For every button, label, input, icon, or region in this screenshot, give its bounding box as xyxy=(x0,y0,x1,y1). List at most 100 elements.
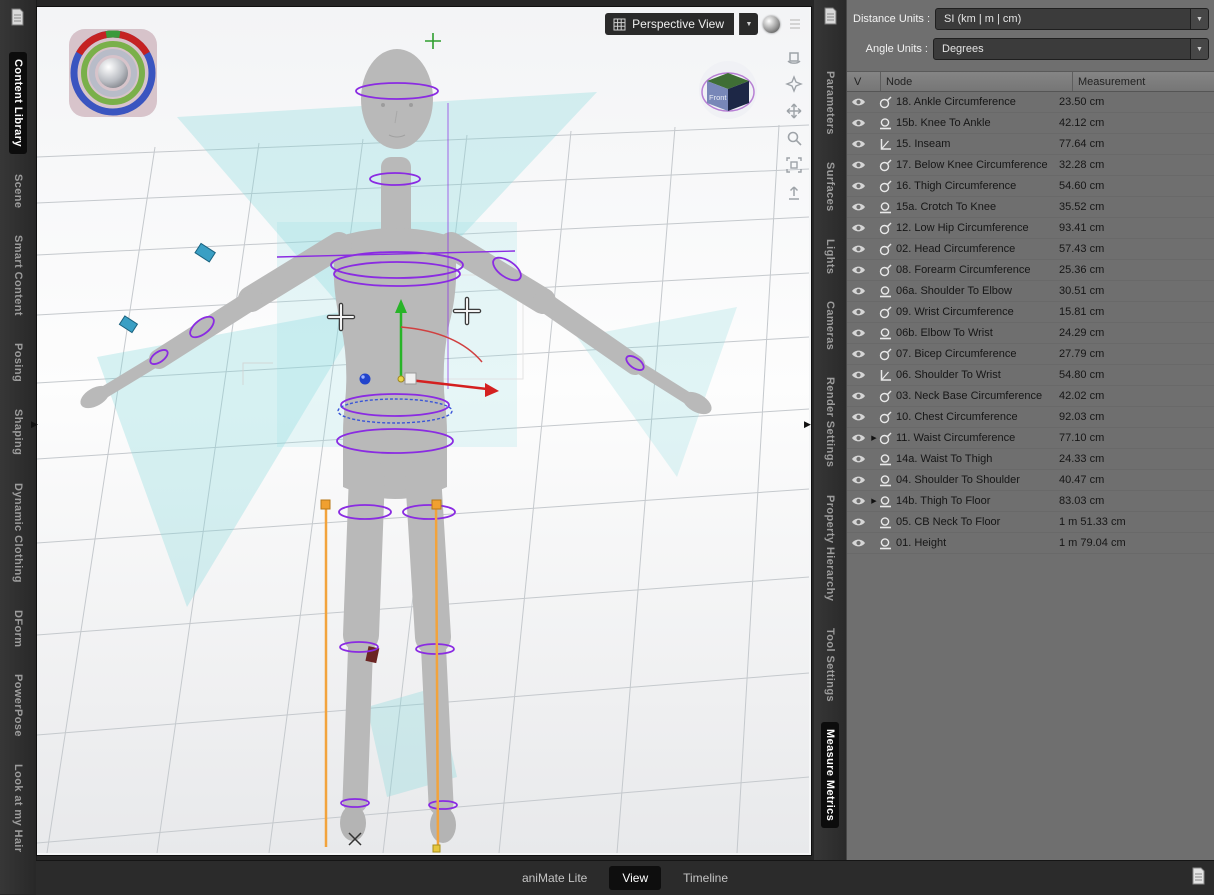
sidebar-tab-scene[interactable]: Scene xyxy=(9,167,27,215)
sidebar-tab-dynamic-clothing[interactable]: Dynamic Clothing xyxy=(9,476,27,590)
measurement-row[interactable]: 15b. Knee To Ankle 42.12 cm xyxy=(847,113,1214,134)
measurement-row[interactable]: 18. Ankle Circumference 23.50 cm xyxy=(847,92,1214,113)
measurement-row[interactable]: ▶ 11. Waist Circumference 77.10 cm xyxy=(847,428,1214,449)
view-selector[interactable]: Perspective View xyxy=(605,13,734,35)
visibility-eye-icon[interactable] xyxy=(847,286,869,296)
circumference-icon xyxy=(879,264,896,277)
panel-tab-property-hierarchy[interactable]: Property Hierarchy xyxy=(821,488,839,608)
panel-tab-tool-settings[interactable]: Tool Settings xyxy=(821,621,839,709)
measurement-row[interactable]: 02. Head Circumference 57.43 cm xyxy=(847,239,1214,260)
visibility-eye-icon[interactable] xyxy=(847,496,869,506)
visibility-eye-icon[interactable] xyxy=(847,223,869,233)
measurement-row[interactable]: 06b. Elbow To Wrist 24.29 cm xyxy=(847,323,1214,344)
chevron-down-icon[interactable]: ▼ xyxy=(1190,9,1208,29)
expand-arrow-icon[interactable]: ▶ xyxy=(869,497,879,505)
measurement-row[interactable]: 04. Shoulder To Shoulder 40.47 cm xyxy=(847,470,1214,491)
bottom-tab-animate-lite[interactable]: aniMate Lite xyxy=(514,866,595,890)
measurement-row[interactable]: 16. Thigh Circumference 54.60 cm xyxy=(847,176,1214,197)
visibility-eye-icon[interactable] xyxy=(847,349,869,359)
measurement-row[interactable]: 07. Bicep Circumference 27.79 cm xyxy=(847,344,1214,365)
compass-tool-icon[interactable] xyxy=(784,74,804,94)
measurement-row[interactable]: ▶ 14b. Thigh To Floor 83.03 cm xyxy=(847,491,1214,512)
pane-options-icon[interactable] xyxy=(785,14,805,34)
sidebar-tab-powerpose[interactable]: PowerPose xyxy=(9,667,27,744)
view-cube[interactable]: Front xyxy=(691,59,765,123)
right-pane-menu-icon[interactable] xyxy=(818,5,842,27)
measurement-row[interactable]: 05. CB Neck To Floor 1 m 51.33 cm xyxy=(847,512,1214,533)
visibility-eye-icon[interactable] xyxy=(847,118,869,128)
sidebar-tab-content-library[interactable]: Content Library xyxy=(9,52,27,154)
measurement-row[interactable]: 17. Below Knee Circumference 32.28 cm xyxy=(847,155,1214,176)
panel-tab-lights[interactable]: Lights xyxy=(821,232,839,281)
visibility-eye-icon[interactable] xyxy=(847,475,869,485)
sidebar-tab-look-at-my-hair[interactable]: Look at my Hair xyxy=(9,757,27,860)
angle-units-select[interactable]: Degrees ▼ xyxy=(933,38,1209,60)
panel-tab-surfaces[interactable]: Surfaces xyxy=(821,155,839,219)
visibility-eye-icon[interactable] xyxy=(847,412,869,422)
frame-tool-icon[interactable] xyxy=(784,155,804,175)
distance-icon xyxy=(879,453,896,466)
node-label: 15b. Knee To Ankle xyxy=(896,117,991,129)
visibility-eye-icon[interactable] xyxy=(847,328,869,338)
visibility-eye-icon[interactable] xyxy=(847,370,869,380)
measurement-row[interactable]: 15a. Crotch To Knee 35.52 cm xyxy=(847,197,1214,218)
measurement-row[interactable]: 06a. Shoulder To Elbow 30.51 cm xyxy=(847,281,1214,302)
expand-arrow-icon[interactable]: ▶ xyxy=(869,434,879,442)
sidebar-tab-posing[interactable]: Posing xyxy=(9,336,27,389)
3d-scene[interactable] xyxy=(37,7,809,853)
orbit-control[interactable] xyxy=(67,27,159,119)
bottom-tab-view[interactable]: View xyxy=(609,866,662,890)
visibility-eye-icon[interactable] xyxy=(847,538,869,548)
visibility-eye-icon[interactable] xyxy=(847,181,869,191)
measurement-row[interactable]: 08. Forearm Circumference 25.36 cm xyxy=(847,260,1214,281)
visibility-eye-icon[interactable] xyxy=(847,517,869,527)
column-header-visibility[interactable]: V xyxy=(847,72,881,91)
circumference-icon xyxy=(879,411,896,424)
visibility-eye-icon[interactable] xyxy=(847,265,869,275)
zoom-tool-icon[interactable] xyxy=(784,128,804,148)
measurement-row[interactable]: 10. Chest Circumference 92.03 cm xyxy=(847,407,1214,428)
right-dock-arrow-icon[interactable]: ▶ xyxy=(804,420,811,429)
panel-tab-measure-metrics[interactable]: Measure Metrics xyxy=(821,721,839,829)
visibility-eye-icon[interactable] xyxy=(847,139,869,149)
visibility-eye-icon[interactable] xyxy=(847,244,869,254)
column-header-node[interactable]: Node xyxy=(881,72,1073,91)
panel-tab-cameras[interactable]: Cameras xyxy=(821,294,839,357)
viewport[interactable]: Front Perspective View ▼ xyxy=(36,6,812,856)
angle-units-row: Angle Units : Degrees ▼ xyxy=(853,38,1209,60)
measurement-row[interactable]: 01. Height 1 m 79.04 cm xyxy=(847,533,1214,554)
bottom-tab-timeline[interactable]: Timeline xyxy=(675,866,736,890)
distance-icon xyxy=(879,327,896,340)
pan-tool-icon[interactable] xyxy=(784,101,804,121)
measurement-row[interactable]: 03. Neck Base Circumference 42.02 cm xyxy=(847,386,1214,407)
sidebar-tab-shaping[interactable]: Shaping xyxy=(9,402,27,462)
panel-tab-parameters[interactable]: Parameters xyxy=(821,64,839,142)
left-dock-arrow-icon[interactable]: ▶ xyxy=(31,420,38,429)
visibility-eye-icon[interactable] xyxy=(847,97,869,107)
measurement-row[interactable]: 06. Shoulder To Wrist 54.80 cm xyxy=(847,365,1214,386)
visibility-eye-icon[interactable] xyxy=(847,160,869,170)
sidebar-tab-dform[interactable]: DForm xyxy=(9,603,27,654)
chevron-down-icon[interactable]: ▼ xyxy=(1190,39,1208,59)
measurement-row[interactable]: 09. Wrist Circumference 15.81 cm xyxy=(847,302,1214,323)
visibility-eye-icon[interactable] xyxy=(847,454,869,464)
measurement-row[interactable]: 15. Inseam 77.64 cm xyxy=(847,134,1214,155)
visibility-eye-icon[interactable] xyxy=(847,202,869,212)
orbit-tool-icon[interactable] xyxy=(784,47,804,67)
shaded-sphere-icon[interactable] xyxy=(763,15,780,33)
left-tabs: Content Library Scene Smart Content Posing S… xyxy=(0,52,36,859)
reset-view-tool-icon[interactable] xyxy=(784,182,804,202)
visibility-eye-icon[interactable] xyxy=(847,307,869,317)
panel-tab-render-settings[interactable]: Render Settings xyxy=(821,370,839,474)
view-selector-chevron-icon[interactable]: ▼ xyxy=(739,13,758,35)
viewport-topbar: Perspective View ▼ xyxy=(605,13,805,35)
left-pane-menu-icon[interactable] xyxy=(5,6,29,28)
bottom-pane-menu-icon[interactable] xyxy=(1189,866,1207,891)
measurement-row[interactable]: 14a. Waist To Thigh 24.33 cm xyxy=(847,449,1214,470)
sidebar-tab-smart-content[interactable]: Smart Content xyxy=(9,228,27,323)
visibility-eye-icon[interactable] xyxy=(847,391,869,401)
visibility-eye-icon[interactable] xyxy=(847,433,869,443)
column-header-measurement[interactable]: Measurement xyxy=(1073,76,1214,88)
distance-units-select[interactable]: SI (km | m | cm) ▼ xyxy=(935,8,1209,30)
measurement-row[interactable]: 12. Low Hip Circumference 93.41 cm xyxy=(847,218,1214,239)
